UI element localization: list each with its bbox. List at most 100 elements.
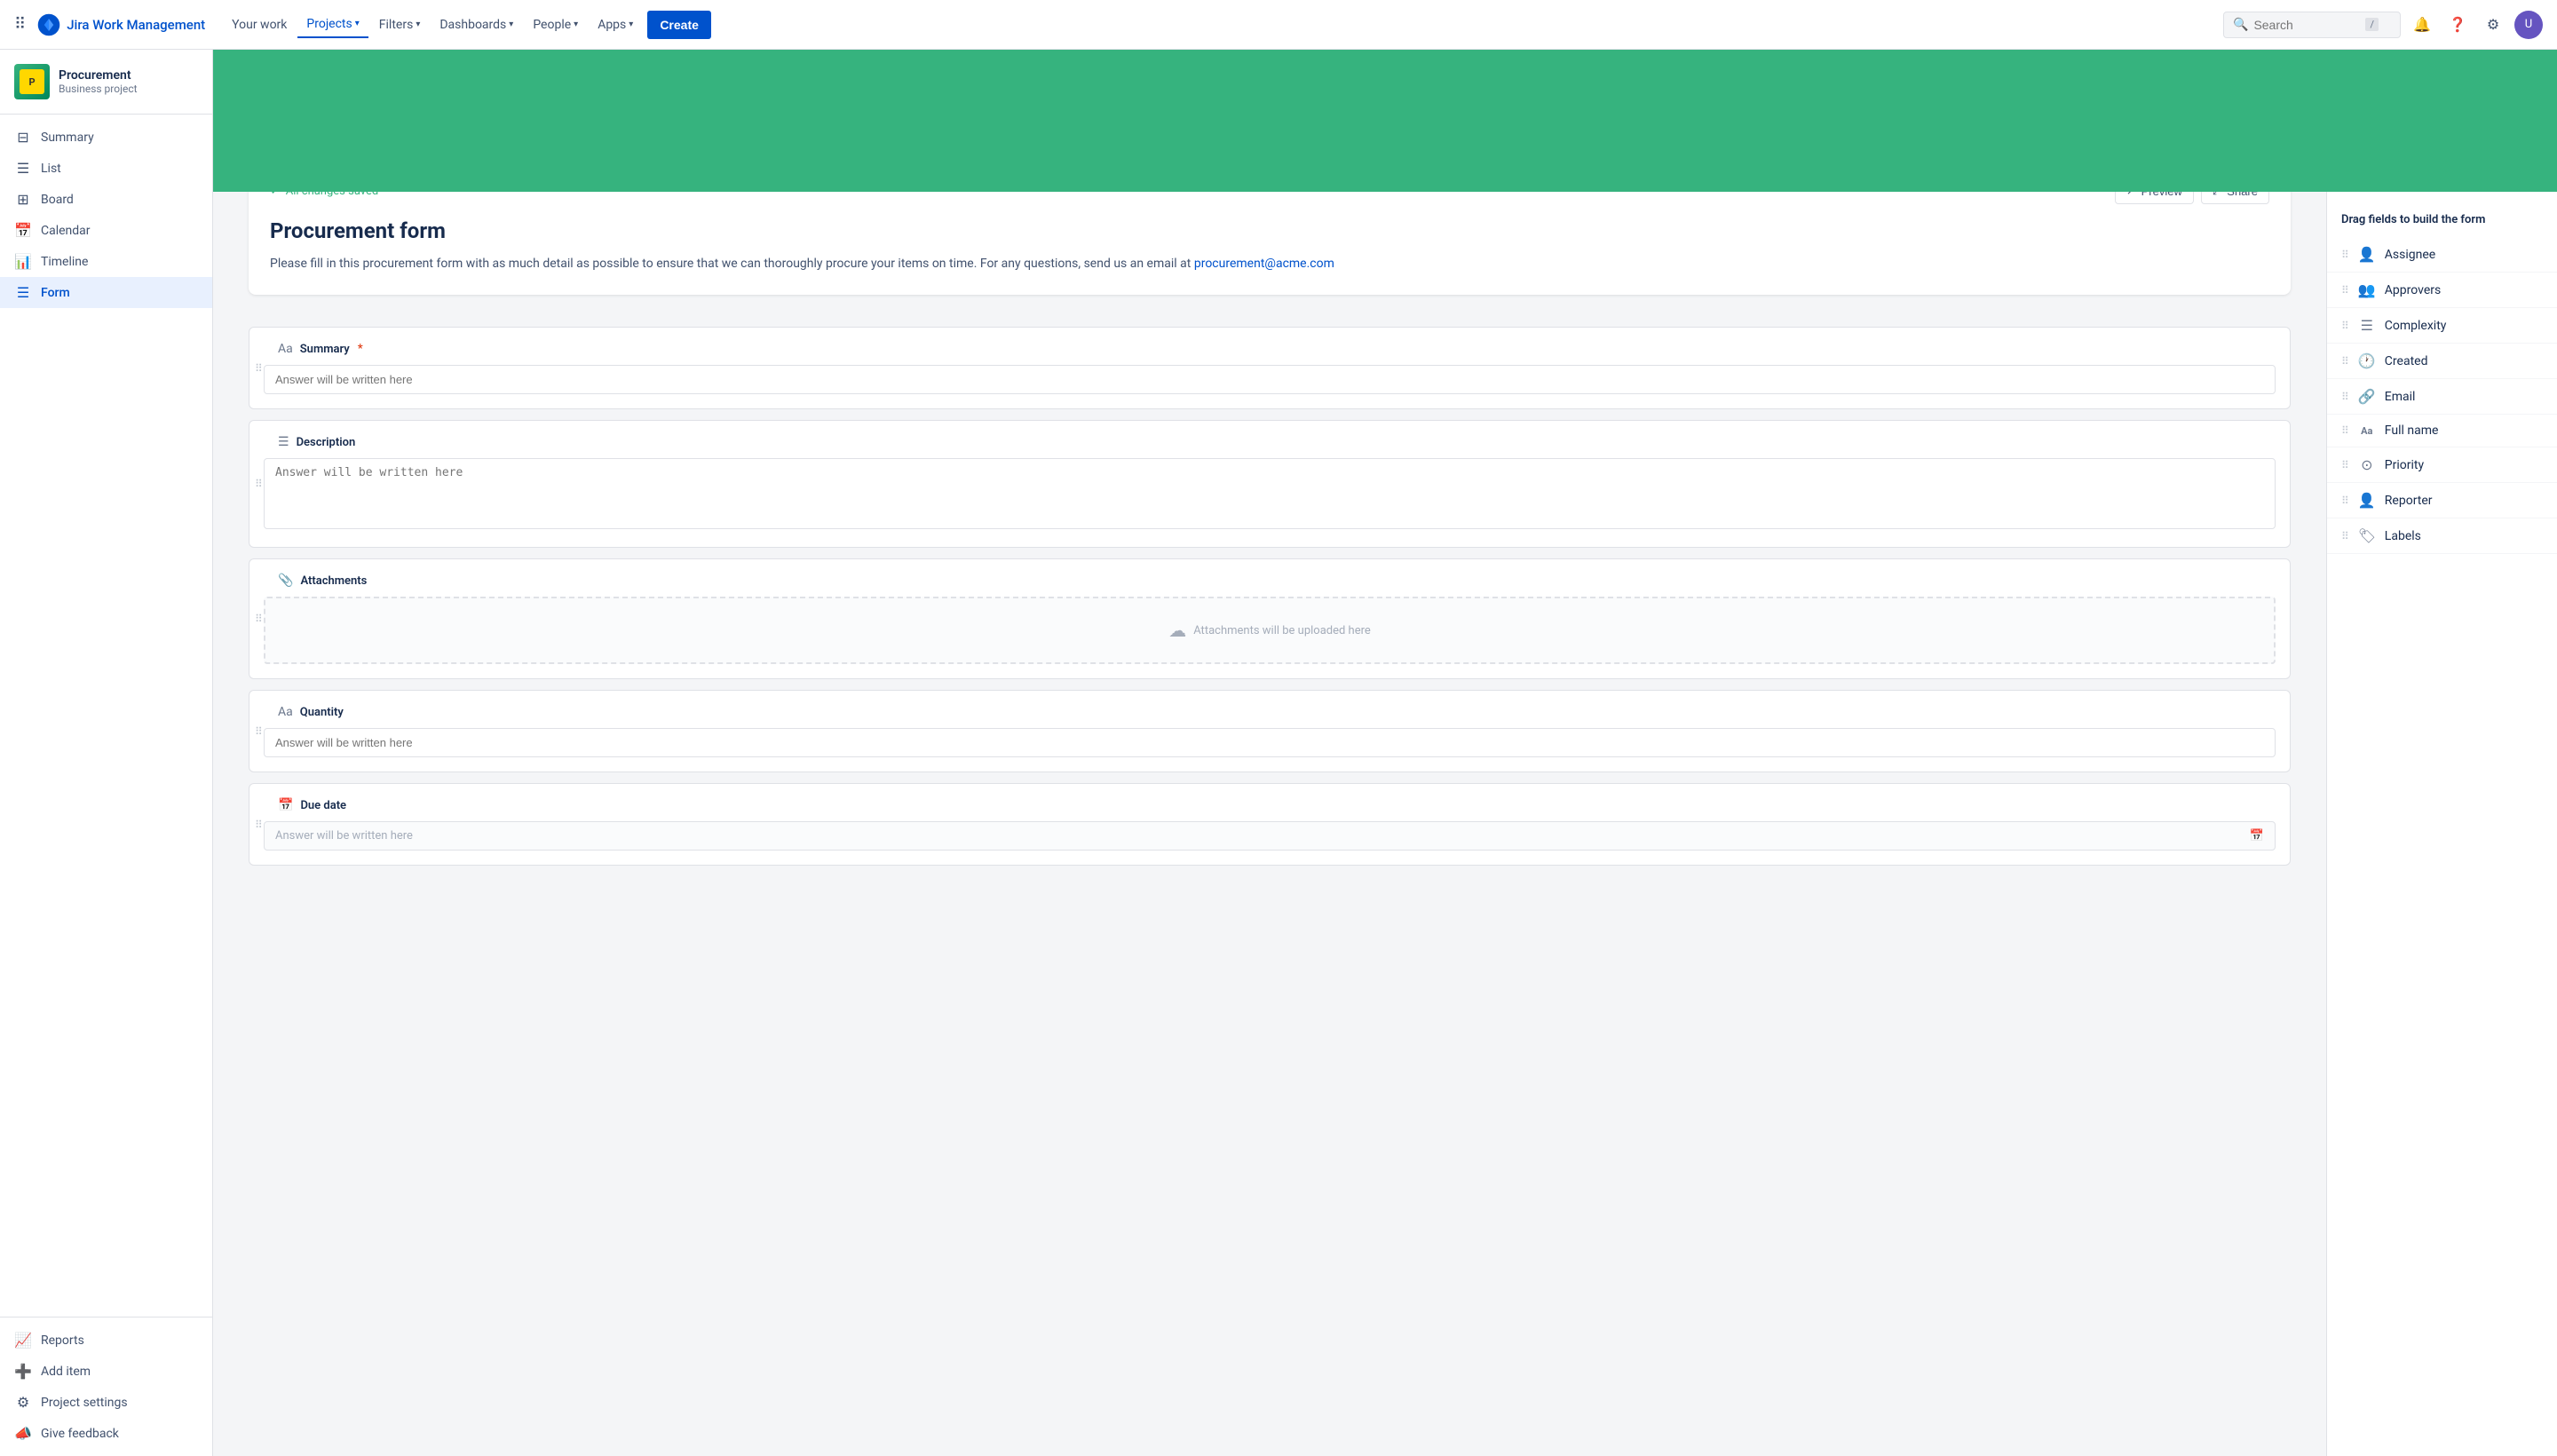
summary-field-input[interactable] [264,365,2276,394]
grid-icon[interactable]: ⠿ [14,15,26,34]
sidebar-item-list[interactable]: ☰ List [0,153,212,184]
sidebar-item-add-item[interactable]: ➕ Add item [0,1356,212,1387]
drag-handle-due-date[interactable]: ⠿ [255,819,263,831]
nav-people[interactable]: People ▾ [524,12,587,37]
right-panel-item-label: Complexity [2385,319,2447,333]
topnav-right: 🔍 / 🔔 ❓ ⚙ U [2223,11,2543,39]
share-icon: ⤢ [2213,192,2221,198]
right-panel-item-label: Created [2385,354,2428,368]
form-header-card: ✓ All changes saved ↗ Preview ⤢ Share [249,192,2291,295]
field-summary: ⠿ Aa Summary * [249,327,2291,409]
form-area: ✓ All changes saved ↗ Preview ⤢ Share [213,192,2326,1456]
preview-icon: ↗ [2126,192,2136,198]
sidebar-item-calendar[interactable]: 📅 Calendar [0,215,212,246]
upload-text: Attachments will be uploaded here [1193,624,1371,637]
search-icon: 🔍 [2233,18,2248,32]
people-chevron-icon: ▾ [574,20,578,29]
right-panel-item-labels[interactable]: ⠿ 🏷 Labels [2327,518,2557,554]
create-button[interactable]: Create [647,11,711,39]
form-fields: ⠿ Aa Summary * ⠿ ☰ Description [249,327,2291,866]
form-email-link[interactable]: procurement@acme.com [1194,257,1334,271]
right-panel-item-fullname[interactable]: ⠿ Aa Full name [2327,415,2557,447]
sidebar-item-label: Board [41,193,74,207]
right-panel-item-assignee[interactable]: ⠿ 👤 Assignee [2327,237,2557,273]
due-date-placeholder: Answer will be written here [275,829,413,843]
due-date-field-input[interactable]: Answer will be written here 📅 [264,821,2276,851]
complexity-icon: ☰ [2358,317,2376,334]
form-actions: ↗ Preview ⤢ Share [2115,192,2269,204]
nav-apps[interactable]: Apps ▾ [589,12,642,37]
description-field-input[interactable] [264,458,2276,529]
sidebar-project: P Procurement Business project [0,50,212,115]
quantity-field-input[interactable] [264,728,2276,757]
field-description: ⠿ ☰ Description [249,420,2291,548]
sidebar-item-timeline[interactable]: 📊 Timeline [0,246,212,277]
logo-text: Jira Work Management [67,17,205,33]
main: ✓ All changes saved ↗ Preview ⤢ Share [213,50,2557,1456]
sidebar-item-form[interactable]: ☰ Form [0,277,212,308]
drag-icon-assignee: ⠿ [2341,249,2349,261]
form-icon: ☰ [14,284,32,301]
sidebar-item-board[interactable]: ⊞ Board [0,184,212,215]
drag-handle-attachments[interactable]: ⠿ [255,613,263,625]
nav-dashboards[interactable]: Dashboards ▾ [431,12,522,37]
list-icon: ☰ [14,160,32,177]
preview-button[interactable]: ↗ Preview [2115,192,2194,204]
required-marker: * [358,342,363,356]
nav-filters[interactable]: Filters ▾ [370,12,430,37]
sidebar-item-reports[interactable]: 📈 Reports [0,1325,212,1356]
reports-icon: 📈 [14,1332,32,1349]
notifications-button[interactable]: 🔔 [2408,11,2436,39]
assignee-icon: 👤 [2358,246,2376,263]
settings-button[interactable]: ⚙ [2479,11,2507,39]
created-icon: 🕐 [2358,352,2376,369]
summary-field-icon: Aa [278,342,293,356]
drag-icon-created: ⠿ [2341,355,2349,368]
sidebar-item-summary[interactable]: ⊟ Summary [0,122,212,153]
fullname-icon: Aa [2358,425,2376,437]
give-feedback-icon: 📣 [14,1425,32,1442]
search-box[interactable]: 🔍 / [2223,12,2401,38]
sidebar-item-label: Calendar [41,224,91,238]
right-panel-item-complexity[interactable]: ⠿ ☰ Complexity [2327,308,2557,344]
search-input[interactable] [2253,18,2360,32]
sidebar-item-label: Form [41,286,70,300]
attachments-field-icon: 📎 [278,574,293,588]
project-settings-icon: ⚙ [14,1394,32,1411]
sidebar-item-label: Reports [41,1333,84,1348]
email-icon: 🔗 [2358,388,2376,405]
drag-handle-summary[interactable]: ⠿ [255,362,263,375]
right-panel-item-priority[interactable]: ⠿ ⊙ Priority [2327,447,2557,483]
due-date-field-label: Due date [300,799,346,812]
sidebar-item-give-feedback[interactable]: 📣 Give feedback [0,1418,212,1449]
avatar[interactable]: U [2514,11,2543,39]
right-panel-item-email[interactable]: ⠿ 🔗 Email [2327,379,2557,415]
right-panel-item-label: Reporter [2385,494,2433,508]
right-panel-item-created[interactable]: ⠿ 🕐 Created [2327,344,2557,379]
share-button[interactable]: ⤢ Share [2201,192,2269,204]
main-banner [213,50,2557,192]
drag-handle-description[interactable]: ⠿ [255,478,263,490]
right-panel-title: Drag fields to build the form [2327,206,2557,237]
search-shortcut: / [2365,18,2379,31]
drag-icon-priority: ⠿ [2341,459,2349,471]
right-panel-item-reporter[interactable]: ⠿ 👤 Reporter [2327,483,2557,518]
right-panel-item-label: Assignee [2385,248,2435,262]
attachments-upload-area[interactable]: ☁ Attachments will be uploaded here [264,597,2276,664]
nav-your-work[interactable]: Your work [223,12,296,37]
filters-chevron-icon: ▾ [416,20,420,29]
board-icon: ⊞ [14,191,32,208]
labels-icon: 🏷 [2358,527,2376,544]
checkmark-icon: ✓ [270,192,281,198]
sidebar-item-label: List [41,162,61,176]
form-saved-status: ✓ All changes saved [270,192,378,198]
help-button[interactable]: ❓ [2443,11,2472,39]
calendar-picker-icon[interactable]: 📅 [2250,829,2264,843]
nav-projects[interactable]: Projects ▾ [297,12,368,38]
drag-handle-quantity[interactable]: ⠿ [255,725,263,738]
logo[interactable]: Jira Work Management [36,12,205,37]
add-item-icon: ➕ [14,1363,32,1380]
sidebar-item-project-settings[interactable]: ⚙ Project settings [0,1387,212,1418]
right-panel-item-approvers[interactable]: ⠿ 👥 Approvers [2327,273,2557,308]
drag-icon-approvers: ⠿ [2341,284,2349,297]
